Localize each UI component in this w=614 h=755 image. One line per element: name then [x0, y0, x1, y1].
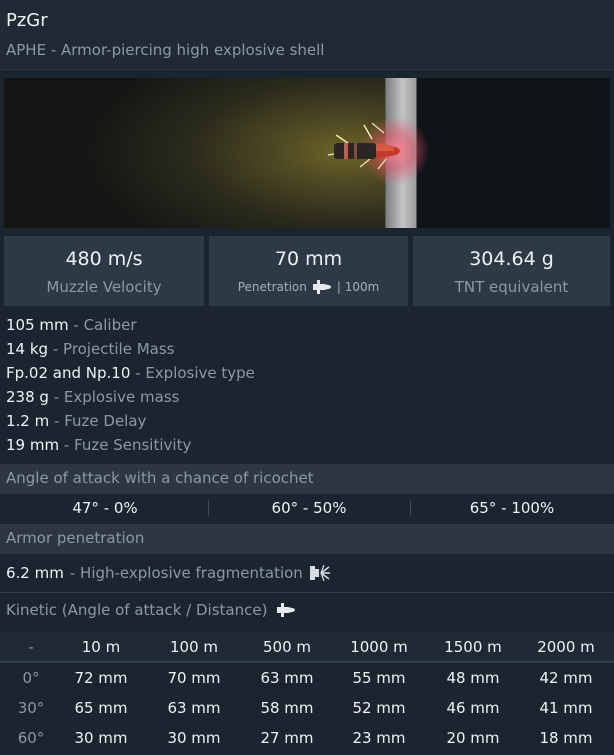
distance-header: 10 m — [81, 638, 121, 656]
ricochet-cell: 60° - 50% — [208, 499, 410, 517]
penetration-cell: 23 mm — [352, 729, 406, 747]
ricochet-chance: - 0% — [103, 499, 138, 517]
penetration-range: | 100m — [336, 280, 380, 294]
he-fragmentation-value: 6.2 mm — [6, 564, 64, 582]
penetration-cell: 72 mm — [74, 669, 128, 687]
angle-cell: 0° — [22, 669, 40, 687]
penetration-cell: 48 mm — [446, 669, 500, 687]
he-fragmentation-label: - High-explosive fragmentation — [69, 564, 303, 582]
spec-label: - Fuze Delay — [54, 412, 147, 430]
ricochet-angle: 65° — [469, 499, 497, 517]
shell-icon — [277, 603, 296, 617]
table-header-row: - 10 m 100 m 500 m 1000 m 1500 m 2000 m — [0, 632, 614, 662]
ricochet-cell: 65° - 100% — [410, 499, 614, 517]
distance-header: 2000 m — [537, 638, 595, 656]
penetration-cell: 65 mm — [74, 699, 128, 717]
shell-name: PzGr — [6, 10, 48, 31]
ricochet-values: 47° - 0% 60° - 50% 65° - 100% — [0, 494, 614, 522]
distance-header: 500 m — [262, 638, 311, 656]
penetration-cell: 30 mm — [74, 729, 128, 747]
tnt-equivalent-label: TNT equivalent — [454, 278, 569, 296]
penetration-cell: 63 mm — [260, 669, 314, 687]
spec-explosive-mass: 238 g - Explosive mass — [6, 388, 179, 406]
table-row: 0° 72 mm 70 mm 63 mm 55 mm 48 mm 42 mm — [0, 663, 614, 693]
penetration-sub: Penetration | 100m — [209, 279, 408, 295]
muzzle-velocity-label: Muzzle Velocity — [46, 278, 162, 296]
spec-label: - Explosive type — [135, 364, 255, 382]
penetration-cell: 55 mm — [352, 669, 406, 687]
penetration-cell: 63 mm — [167, 699, 221, 717]
penetration-cell: 58 mm — [260, 699, 314, 717]
distance-header: 1500 m — [444, 638, 502, 656]
ricochet-cell: 47° - 0% — [4, 499, 206, 517]
angle-cell: 30° — [17, 699, 45, 717]
spec-caliber: 105 mm - Caliber — [6, 316, 137, 334]
penetration-cell: 30 mm — [167, 729, 221, 747]
ricochet-chance: - 50% — [302, 499, 347, 517]
divider — [0, 662, 614, 663]
distance-header: 1000 m — [350, 638, 408, 656]
penetration-card: 70 mm Penetration | 100m — [209, 236, 408, 306]
muzzle-velocity-value: 480 m/s — [65, 248, 143, 270]
armor-penetration-header: Armor penetration — [0, 524, 614, 554]
kinetic-title-text: Kinetic (Angle of attack / Distance) — [6, 601, 268, 619]
penetration-label: Penetration — [237, 280, 307, 294]
ricochet-section-title: Angle of attack with a chance of ricoche… — [6, 469, 314, 487]
shell-icon — [312, 280, 331, 294]
muzzle-velocity-card: 480 m/s Muzzle Velocity — [4, 236, 204, 306]
ricochet-angle: 60° — [271, 499, 299, 517]
spec-label: - Caliber — [73, 316, 137, 334]
penetration-cell: 42 mm — [539, 669, 593, 687]
he-fragmentation-row: 6.2 mm - High-explosive fragmentation — [6, 563, 331, 583]
shell-impact-preview — [4, 78, 610, 228]
penetration-value: 70 mm — [274, 248, 343, 270]
shell-projectile-icon — [327, 123, 400, 170]
shell-type-description: APHE - Armor-piercing high explosive she… — [6, 41, 325, 59]
ricochet-section-header: Angle of attack with a chance of ricoche… — [0, 464, 614, 494]
angle-cell: 60° — [17, 729, 45, 747]
table-corner: - — [28, 638, 34, 656]
distance-header: 100 m — [169, 638, 218, 656]
spec-label: - Projectile Mass — [52, 340, 175, 358]
spec-value: 238 g — [6, 388, 49, 406]
spec-fuze-sensitivity: 19 mm - Fuze Sensitivity — [6, 436, 191, 454]
spec-label: - Fuze Sensitivity — [63, 436, 192, 454]
penetration-cell: 41 mm — [539, 699, 593, 717]
tnt-equivalent-value: 304.64 g — [469, 248, 554, 270]
spec-value: 14 kg — [6, 340, 49, 358]
penetration-cell: 18 mm — [539, 729, 593, 747]
spec-explosive-type: Fp.02 and Np.10 - Explosive type — [6, 364, 255, 382]
table-row: 60° 30 mm 30 mm 27 mm 23 mm 20 mm 18 mm — [0, 723, 614, 753]
spec-value: Fp.02 and Np.10 — [6, 364, 131, 382]
penetration-cell: 52 mm — [352, 699, 406, 717]
armor-penetration-title: Armor penetration — [6, 529, 145, 547]
spec-value: 1.2 m — [6, 412, 50, 430]
ricochet-chance: - 100% — [501, 499, 555, 517]
tnt-equivalent-card: 304.64 g TNT equivalent — [413, 236, 610, 306]
spec-label: - Explosive mass — [53, 388, 180, 406]
penetration-cell: 70 mm — [167, 669, 221, 687]
divider — [0, 592, 614, 593]
spec-projectile-mass: 14 kg - Projectile Mass — [6, 340, 174, 358]
spec-value: 19 mm — [6, 436, 60, 454]
spec-fuze-delay: 1.2 m - Fuze Delay — [6, 412, 146, 430]
ricochet-angle: 47° — [72, 499, 99, 517]
penetration-cell: 46 mm — [446, 699, 500, 717]
spec-value: 105 mm — [6, 316, 69, 334]
fragmentation-icon — [309, 564, 330, 582]
table-row: 30° 65 mm 63 mm 58 mm 52 mm 46 mm 41 mm — [0, 693, 614, 723]
penetration-cell: 20 mm — [446, 729, 500, 747]
penetration-cell: 27 mm — [260, 729, 314, 747]
shell-header: PzGr APHE - Armor-piercing high explosiv… — [0, 0, 614, 70]
kinetic-section-title: Kinetic (Angle of attack / Distance) — [6, 601, 297, 619]
